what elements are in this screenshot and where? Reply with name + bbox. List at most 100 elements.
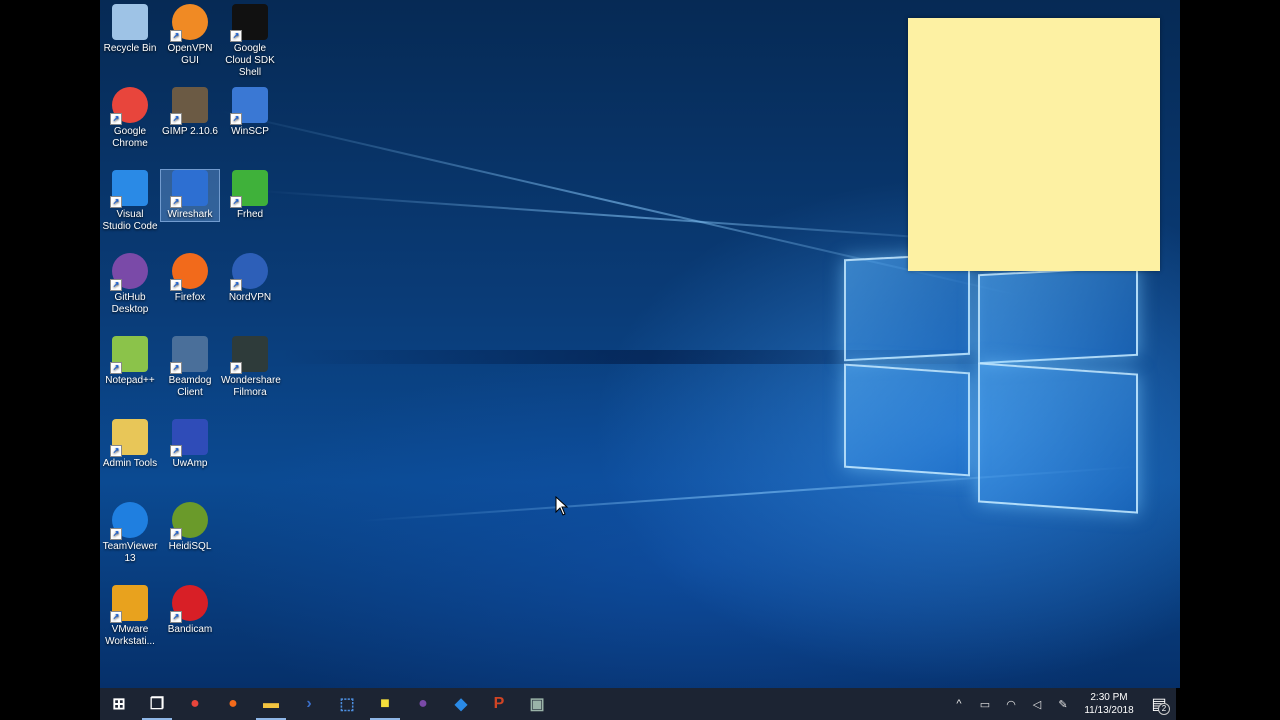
windows-logo-pane — [978, 265, 1138, 365]
desktop-icon-label: GitHub Desktop — [111, 292, 149, 315]
terminal-icon: ▣ — [529, 696, 545, 713]
powershell-icon: › — [306, 695, 312, 712]
desktop-icon-label: Bandicam — [167, 624, 213, 635]
windows-logo-pane — [844, 363, 970, 477]
shortcut-arrow-icon: ↗ — [110, 279, 122, 291]
file-explorer-icon: ▬ — [263, 695, 279, 712]
desktop-icon-bandicam[interactable]: ↗ Bandicam — [161, 585, 219, 636]
recycle-bin-icon — [112, 4, 148, 40]
battery-icon[interactable]: ▭ — [972, 688, 998, 720]
desktop-icon-teamviewer[interactable]: ↗ TeamViewer 13 — [101, 502, 159, 565]
vmware-icon: ↗ — [110, 585, 148, 623]
taskbar-button-firefox[interactable]: ● — [214, 688, 252, 720]
desktop-icon-chrome[interactable]: ↗ Google Chrome — [101, 87, 159, 150]
desktop-icon-openvpn[interactable]: ↗ OpenVPN GUI — [161, 4, 219, 67]
clock-time: 2:30 PM — [1090, 692, 1128, 703]
desktop-icon-terminal[interactable]: ↗ Google Cloud SDK Shell — [221, 4, 279, 79]
taskbar-button-network-tool[interactable]: ⬚ — [328, 688, 366, 720]
shortcut-arrow-icon: ↗ — [170, 445, 182, 457]
windows-logo-pane — [978, 362, 1138, 514]
volume-icon[interactable]: ◁ — [1024, 688, 1050, 720]
heidisql-icon: ↗ — [170, 502, 208, 540]
shortcut-arrow-icon: ↗ — [170, 362, 182, 374]
pen-icon[interactable]: ✎ — [1050, 688, 1076, 720]
uwamp-icon: ↗ — [170, 419, 208, 457]
desktop-icon-winscp[interactable]: ↗ WinSCP — [221, 87, 279, 138]
desktop-icon-heidisql[interactable]: ↗ HeidiSQL — [161, 502, 219, 553]
shortcut-arrow-icon: ↗ — [170, 611, 182, 623]
beamdog-icon: ↗ — [170, 336, 208, 374]
wifi-icon[interactable]: ◠ — [998, 688, 1024, 720]
desktop-icon-beamdog[interactable]: ↗ Beamdog Client — [161, 336, 219, 399]
taskbar-button-terminal[interactable]: ▣ — [518, 688, 556, 720]
vscode-icon: ↗ — [110, 170, 148, 208]
chrome-icon: ↗ — [110, 87, 148, 125]
openvpn-icon: ↗ — [170, 4, 208, 42]
network-tool-icon: ⬚ — [339, 696, 355, 713]
wallpaper-beam — [259, 190, 1019, 246]
shortcut-arrow-icon: ↗ — [230, 113, 242, 125]
chrome-icon: ● — [190, 695, 200, 712]
shortcut-arrow-icon: ↗ — [110, 113, 122, 125]
desktop-icon-label: Wireshark — [167, 209, 213, 220]
shortcut-arrow-icon: ↗ — [110, 611, 122, 623]
chevron-up-icon[interactable]: ^ — [946, 688, 972, 720]
desktop-icon-firefox[interactable]: ↗ Firefox — [161, 253, 219, 304]
taskbar-button-task-view[interactable]: ❐ — [138, 688, 176, 720]
desktop-icon-label: UwAmp — [172, 458, 208, 469]
desktop-icon-nordvpn[interactable]: ↗ NordVPN — [221, 253, 279, 304]
desktop-icon-label: GIMP 2.10.6 — [162, 126, 218, 137]
sticky-notes-icon: ■ — [380, 695, 390, 712]
desktop-icon-label: Recycle Bin — [103, 43, 157, 54]
shortcut-arrow-icon: ↗ — [170, 196, 182, 208]
notification-count: 2 — [1158, 703, 1170, 715]
taskbar-button-sticky-notes[interactable]: ■ — [366, 688, 404, 720]
taskbar-button-github-desktop[interactable]: ● — [404, 688, 442, 720]
desktop-icon-label: OpenVPN GUI — [167, 43, 213, 66]
clock-date: 11/13/2018 — [1084, 705, 1134, 716]
sticky-note[interactable] — [908, 18, 1160, 271]
taskbar-button-start[interactable]: ⊞ — [100, 688, 138, 720]
shortcut-arrow-icon: ↗ — [110, 445, 122, 457]
admin-tools-icon: ↗ — [110, 419, 148, 457]
gimp-icon: ↗ — [170, 87, 208, 125]
bandicam-icon: ↗ — [170, 585, 208, 623]
desktop-icon-label: Visual Studio Code — [102, 209, 158, 232]
action-center-button[interactable]: ▤ 2 — [1142, 688, 1176, 720]
taskbar-button-powershell[interactable]: › — [290, 688, 328, 720]
shortcut-arrow-icon: ↗ — [170, 113, 182, 125]
desktop-icon-wireshark[interactable]: ↗ Wireshark — [160, 169, 220, 222]
task-view-icon: ❐ — [149, 696, 165, 713]
desktop-icon-filmora[interactable]: ↗ Wondershare Filmora — [221, 336, 281, 399]
filmora-icon: ↗ — [230, 336, 268, 374]
desktop-icon-label: Beamdog Client — [168, 375, 212, 398]
desktop-icon-vmware[interactable]: ↗ VMware Workstati... — [101, 585, 159, 648]
start-icon: ⊞ — [112, 696, 126, 713]
desktop-icon-label: Frhed — [236, 209, 264, 220]
taskbar-button-vscode[interactable]: ◆ — [442, 688, 480, 720]
clock[interactable]: 2:30 PM 11/13/2018 — [1076, 691, 1142, 717]
firefox-icon: ● — [228, 695, 238, 712]
desktop-icon-github-desktop[interactable]: ↗ GitHub Desktop — [101, 253, 159, 316]
desktop-icon-gimp[interactable]: ↗ GIMP 2.10.6 — [161, 87, 219, 138]
taskbar-button-chrome[interactable]: ● — [176, 688, 214, 720]
terminal-icon: ↗ — [230, 4, 268, 42]
shortcut-arrow-icon: ↗ — [170, 30, 182, 42]
shortcut-arrow-icon: ↗ — [110, 196, 122, 208]
desktop-icon-recycle-bin[interactable]: Recycle Bin — [101, 4, 159, 55]
desktop-icon-uwamp[interactable]: ↗ UwAmp — [161, 419, 219, 470]
desktop-icon-frhed[interactable]: ↗ Frhed — [221, 170, 279, 221]
frhed-icon: ↗ — [230, 170, 268, 208]
system-tray: ^ ▭ ◠ ◁ ✎ 2:30 PM 11/13/2018 ▤ 2 — [946, 688, 1176, 720]
desktop-icon-vscode[interactable]: ↗ Visual Studio Code — [101, 170, 159, 233]
desktop-icon-label: Wondershare Filmora — [221, 375, 281, 398]
desktop-icon-label: TeamViewer 13 — [102, 541, 158, 564]
mouse-cursor-icon — [555, 496, 569, 516]
taskbar-button-file-explorer[interactable]: ▬ — [252, 688, 290, 720]
taskbar-button-powerpoint[interactable]: P — [480, 688, 518, 720]
taskbar: ⊞ ❐ ● ● ▬ › ⬚ ■ ● ◆ P ▣ ^ ▭ ◠ ◁ ✎ 2:30 PM 11/13/201… — [100, 688, 1176, 720]
wireshark-icon: ↗ — [170, 170, 208, 208]
desktop-icon-admin-tools[interactable]: ↗ Admin Tools — [101, 419, 159, 470]
desktop-icon-notepadpp[interactable]: ↗ Notepad++ — [101, 336, 159, 387]
shortcut-arrow-icon: ↗ — [110, 362, 122, 374]
